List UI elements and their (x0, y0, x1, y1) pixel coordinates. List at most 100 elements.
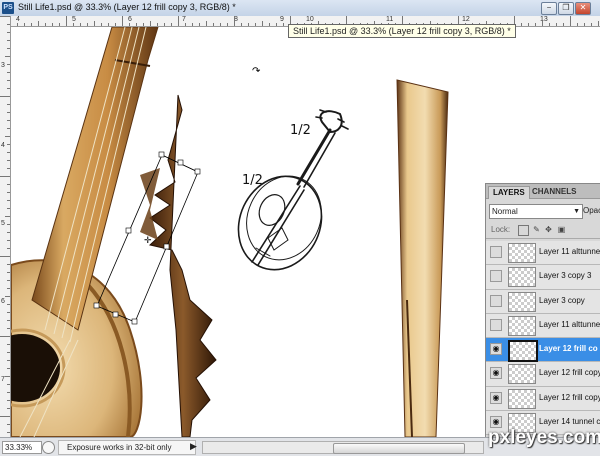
blend-mode-value: Normal (492, 207, 518, 216)
ruler-tick (73, 23, 74, 26)
ruler-tick (171, 23, 172, 26)
visibility-eye-icon[interactable] (490, 246, 502, 258)
ruler-tick (0, 96, 10, 97)
ruler-tick (7, 408, 10, 409)
lock-all-icon[interactable]: ▣ (557, 225, 566, 234)
ruler-label: 6 (128, 16, 132, 23)
ruler-tick (535, 23, 536, 26)
ruler-tick (7, 32, 10, 33)
mandolin-sketch (237, 109, 349, 271)
ruler-tick (7, 360, 10, 361)
sketch-annotation: 1/2 (242, 173, 263, 188)
ruler-tick (192, 23, 193, 26)
ruler-tick (7, 320, 10, 321)
ruler-tick (598, 21, 599, 26)
ruler-label: 11 (386, 16, 394, 23)
ruler-tick (66, 16, 67, 26)
ruler-tick (7, 400, 10, 401)
ruler-tick (227, 23, 228, 26)
watermark: pxleyes.com (488, 427, 600, 448)
ruler-tick (143, 23, 144, 26)
ruler-tick (7, 424, 10, 425)
ruler-tick (7, 112, 10, 113)
layer-name: Layer 11 alttunnel (539, 247, 600, 256)
ruler-tick (528, 23, 529, 26)
ruler-tick (5, 376, 10, 377)
layer-row[interactable]: Layer 11 alttunnel (486, 313, 600, 339)
zoom-field[interactable]: 33.33% (2, 441, 42, 454)
visibility-eye-icon[interactable] (490, 270, 502, 283)
ruler-tick (108, 23, 109, 26)
ruler-label: 10 (306, 16, 314, 23)
close-button[interactable]: ✕ (575, 2, 591, 15)
ruler-tick (220, 23, 221, 26)
ruler-tick (570, 16, 571, 26)
ruler-tick (45, 23, 46, 26)
ruler-tick (80, 23, 81, 26)
ruler-tick (94, 21, 95, 26)
ruler-tick (7, 192, 10, 193)
horizontal-scrollbar[interactable] (202, 441, 484, 454)
ruler-label: 7 (182, 16, 186, 23)
ruler-tick (7, 432, 10, 433)
photoshop-app-icon: PS (2, 2, 14, 14)
vertical-ruler[interactable]: 3 4 5 6 7 (0, 16, 11, 437)
ruler-tick (7, 104, 10, 105)
ruler-tick (7, 40, 10, 41)
ruler-tick (7, 312, 10, 313)
restore-button[interactable]: ❐ (558, 2, 574, 15)
ruler-tick (7, 304, 10, 305)
layer-name: Layer 14 tunnel c (539, 417, 600, 427)
layer-row[interactable]: Layer 11 alttunnel (486, 241, 600, 266)
ruler-tick (0, 336, 10, 337)
status-menu-arrow-icon[interactable]: ▶ (190, 441, 197, 452)
ruler-tick (206, 21, 207, 26)
ruler-tick (7, 152, 10, 153)
layer-row[interactable]: ◉ Layer 12 frill copy (486, 362, 600, 387)
tab-channels[interactable]: CHANNELS (528, 186, 580, 198)
fingerboard-artwork (396, 79, 449, 437)
ruler-tick (59, 23, 60, 26)
scrollbar-thumb[interactable] (333, 443, 465, 454)
layer-row[interactable]: Layer 3 copy (486, 289, 600, 314)
window-title: Still Life1.psd @ 33.3% (Layer 12 frill … (18, 2, 236, 12)
ruler-tick (7, 24, 10, 25)
layer-row[interactable]: ◉ Layer 12 frill copy (486, 386, 600, 412)
ruler-tick (115, 23, 116, 26)
minimize-button[interactable]: − (541, 2, 557, 15)
visibility-eye-icon[interactable]: ◉ (490, 367, 502, 380)
visibility-eye-icon[interactable] (490, 294, 502, 307)
ruler-tick (0, 416, 10, 417)
layer-row[interactable]: Layer 3 copy 3 (486, 265, 600, 290)
ruler-tick (199, 23, 200, 26)
layer-thumbnail (508, 388, 536, 409)
title-bar[interactable]: PS Still Life1.psd @ 33.3% (Layer 12 fri… (0, 0, 600, 17)
ruler-tick (122, 16, 123, 26)
ruler-tick (521, 23, 522, 26)
blend-mode-select[interactable]: Normal ▼ (489, 204, 583, 219)
layer-name: Layer 12 frill copy (539, 368, 600, 378)
ruler-tick (7, 240, 10, 241)
layer-thumbnail (508, 315, 536, 336)
ruler-tick (150, 21, 151, 26)
visibility-eye-icon[interactable]: ◉ (490, 391, 502, 404)
visibility-eye-icon[interactable]: ◉ (490, 343, 502, 356)
visibility-eye-icon[interactable] (490, 318, 502, 331)
layers-panel[interactable]: LAYERS CHANNELS Normal ▼ Opac Lock: ✎ ✥ … (485, 183, 600, 438)
tab-layers[interactable]: LAYERS (488, 186, 530, 199)
ruler-tick (7, 248, 10, 249)
ruler-tick (7, 200, 10, 201)
ruler-tick (591, 23, 592, 26)
status-message: Exposure works in 32-bit only (58, 440, 196, 455)
lock-move-icon[interactable]: ✥ (544, 225, 553, 234)
ruler-label: 3 (1, 62, 5, 69)
lock-transparent-icon[interactable] (518, 225, 529, 236)
status-info-icon[interactable] (42, 441, 55, 454)
ruler-tick (283, 23, 284, 26)
ruler-tick (276, 23, 277, 26)
ruler-tick (7, 280, 10, 281)
lock-paint-icon[interactable]: ✎ (532, 225, 541, 234)
ruler-tick (7, 272, 10, 273)
layer-row[interactable]: ◉ Layer 12 frill co (486, 338, 600, 363)
ruler-label: 7 (1, 376, 5, 383)
